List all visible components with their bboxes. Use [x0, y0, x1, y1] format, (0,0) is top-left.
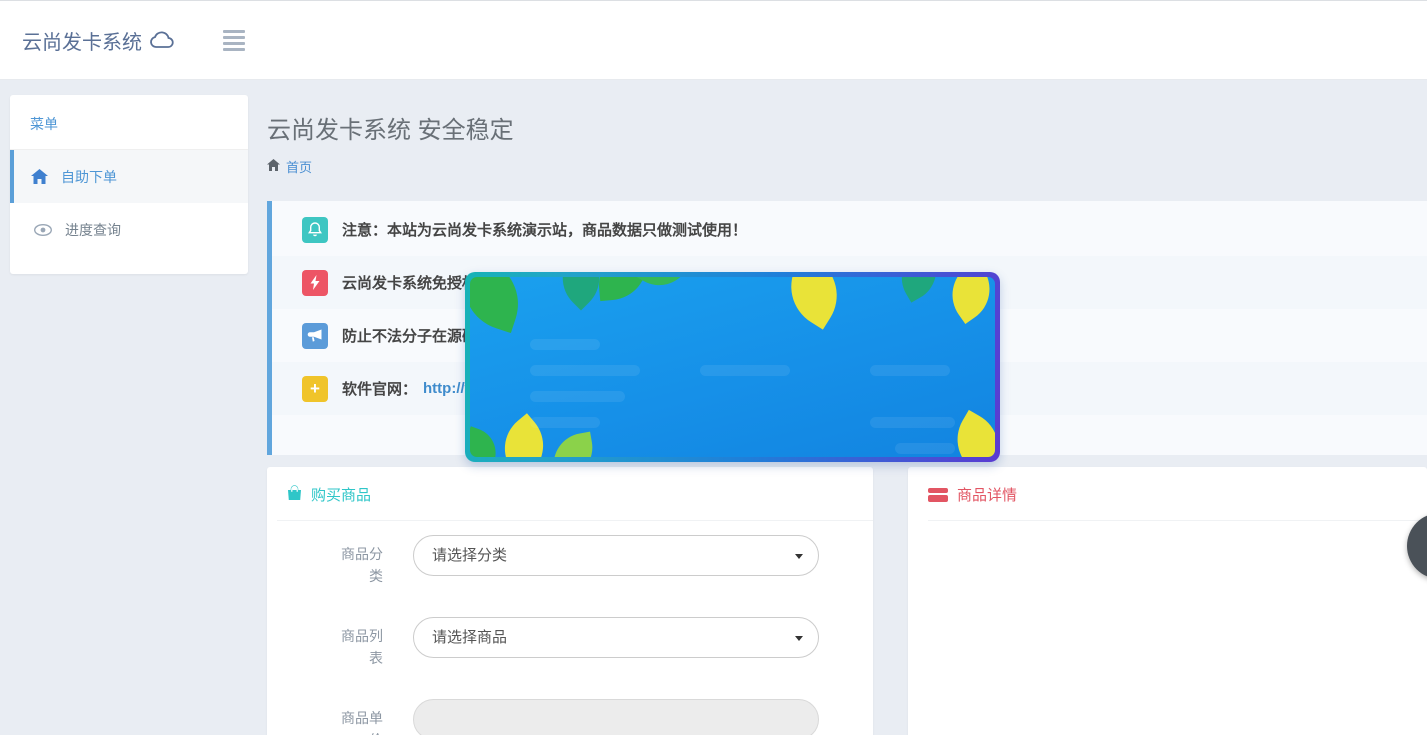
product-label: 商品列表: [335, 617, 383, 669]
sidebar-item-progress-query[interactable]: 进度查询: [10, 203, 248, 256]
notice-text: 注意：本站为云尚发卡系统演示站，商品数据只做测试使用！: [342, 219, 747, 240]
breadcrumb: 首页: [267, 157, 1427, 176]
panels-row: 购买商品 商品分类 请选择分类 商品列表 请选择商品 商品单价: [267, 467, 1427, 735]
notice-row: 注意：本站为云尚发卡系统演示站，商品数据只做测试使用！: [272, 203, 1427, 256]
sidebar-item-label: 进度查询: [65, 220, 121, 240]
detail-panel-title: 商品详情: [957, 484, 1017, 505]
notice-text: 软件官网：: [342, 378, 417, 399]
goods-detail-panel: 商品详情: [908, 467, 1427, 735]
buy-panel-title: 购买商品: [311, 484, 371, 505]
promo-banner-image[interactable]: [465, 272, 1000, 462]
app-header: 云尚发卡系统: [0, 0, 1427, 80]
divider: [928, 520, 1427, 521]
form-row-price: 商品单价: [267, 699, 873, 735]
eye-icon: [34, 224, 52, 236]
buy-panel-header: 购买商品: [267, 467, 873, 520]
sidebar-toggle-icon[interactable]: [223, 30, 245, 51]
form-row-category: 商品分类 请选择分类: [267, 535, 873, 587]
shopping-bag-icon: [287, 485, 302, 505]
promo-banner-inner: [470, 277, 995, 457]
sidebar-item-self-order[interactable]: 自助下单: [10, 150, 248, 203]
product-select[interactable]: 请选择商品: [413, 617, 819, 658]
sidebar-item-label: 自助下单: [61, 167, 117, 187]
cloud-icon: [149, 31, 175, 49]
card-icon: [928, 488, 948, 502]
unit-price-input: [413, 699, 819, 735]
price-label: 商品单价: [335, 699, 383, 735]
bolt-icon: [302, 270, 328, 296]
sidebar-menu-title: 菜单: [10, 95, 248, 150]
form-row-product: 商品列表 请选择商品: [267, 617, 873, 669]
page-title: 云尚发卡系统 安全稳定: [267, 110, 1427, 145]
category-label: 商品分类: [335, 535, 383, 587]
bell-icon: [302, 217, 328, 243]
plus-icon: +: [302, 376, 328, 402]
bullhorn-icon: [302, 323, 328, 349]
home-breadcrumb-icon: [267, 159, 280, 174]
category-select[interactable]: 请选择分类: [413, 535, 819, 576]
buy-goods-panel: 购买商品 商品分类 请选择分类 商品列表 请选择商品 商品单价: [267, 467, 873, 735]
app-logo[interactable]: 云尚发卡系统: [22, 26, 175, 55]
home-icon: [30, 169, 48, 184]
detail-panel-header: 商品详情: [908, 467, 1427, 520]
sidebar: 菜单 自助下单 进度查询: [10, 95, 248, 274]
app-logo-text: 云尚发卡系统: [22, 26, 142, 55]
buy-form: 商品分类 请选择分类 商品列表 请选择商品 商品单价: [267, 521, 873, 735]
breadcrumb-home-link[interactable]: 首页: [286, 157, 312, 176]
